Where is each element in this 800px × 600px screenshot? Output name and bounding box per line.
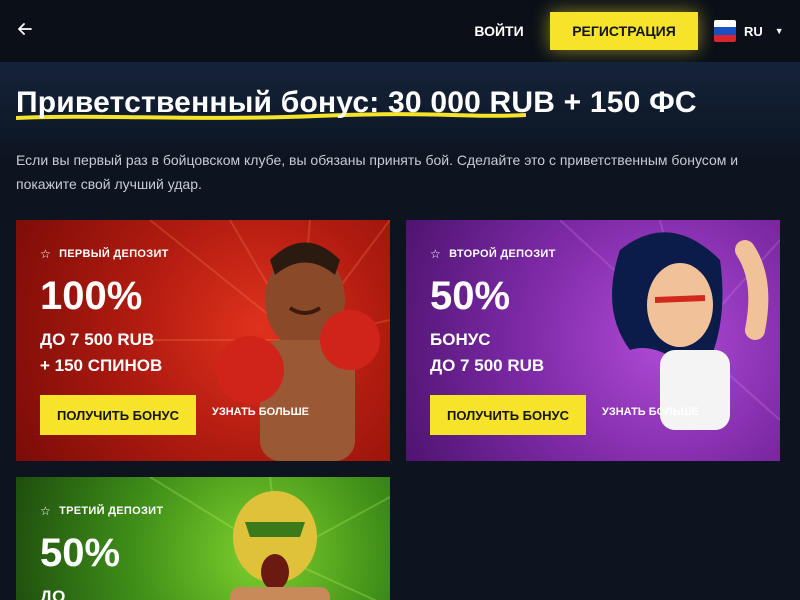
bonus-percent: 100% — [40, 274, 143, 318]
back-button[interactable] — [14, 18, 36, 40]
page-title: Приветственный бонус: 30 000 RUB + 150 Ф… — [16, 86, 697, 119]
card-label-text: ВТОРОЙ ДЕПОЗИТ — [449, 248, 556, 260]
get-bonus-button[interactable]: ПОЛУЧИТЬ БОНУС — [40, 395, 196, 435]
star-icon: ☆ — [430, 247, 442, 261]
first-deposit-card: ☆ ПЕРВЫЙ ДЕПОЗИТ 100% ДО 7 500 RUB + 150… — [16, 220, 390, 461]
star-icon: ☆ — [40, 504, 52, 518]
card-label: ☆ ВТОРОЙ ДЕПОЗИТ — [430, 248, 556, 260]
card-label: ☆ ТРЕТИЙ ДЕПОЗИТ — [40, 505, 163, 517]
arrow-left-icon — [18, 23, 32, 35]
get-bonus-button[interactable]: ПОЛУЧИТЬ БОНУС — [430, 395, 586, 435]
bonus-details: ДО — [40, 587, 66, 600]
card-label-text: ТРЕТИЙ ДЕПОЗИТ — [59, 505, 164, 517]
bonus-details: БОНУС ДО 7 500 RUB — [430, 330, 545, 375]
learn-more-link[interactable]: УЗНАТЬ БОЛЬШЕ — [212, 406, 309, 418]
register-button[interactable]: РЕГИСТРАЦИЯ — [550, 12, 698, 50]
second-deposit-card: ☆ ВТОРОЙ ДЕПОЗИТ 50% БОНУС ДО 7 500 RUB … — [406, 220, 780, 461]
card-label: ☆ ПЕРВЫЙ ДЕПОЗИТ — [40, 248, 169, 260]
login-button[interactable]: ВОЙТИ — [470, 12, 528, 50]
bonus-percent: 50% — [40, 531, 121, 575]
learn-more-link[interactable]: УЗНАТЬ БОЛЬШЕ — [602, 406, 699, 418]
bonus-details: ДО 7 500 RUB + 150 СПИНОВ — [40, 330, 163, 375]
language-selector[interactable]: RU ▼ — [714, 20, 784, 42]
caret-down-icon: ▼ — [774, 26, 784, 36]
language-code: RU — [744, 23, 763, 39]
third-deposit-card: ☆ ТРЕТИЙ ДЕПОЗИТ 50% ДО — [16, 477, 390, 600]
masked-wrestler-illustration — [150, 477, 390, 600]
star-icon: ☆ — [40, 247, 52, 261]
card-label-text: ПЕРВЫЙ ДЕПОЗИТ — [59, 248, 169, 260]
flag-ru-icon — [714, 20, 736, 42]
top-header: ВОЙТИ РЕГИСТРАЦИЯ RU ▼ — [0, 0, 800, 62]
fighter-woman-illustration — [560, 220, 780, 430]
bonus-percent: 50% — [430, 274, 511, 318]
page-description: Если вы первый раз в бойцовском клубе, в… — [16, 152, 739, 192]
